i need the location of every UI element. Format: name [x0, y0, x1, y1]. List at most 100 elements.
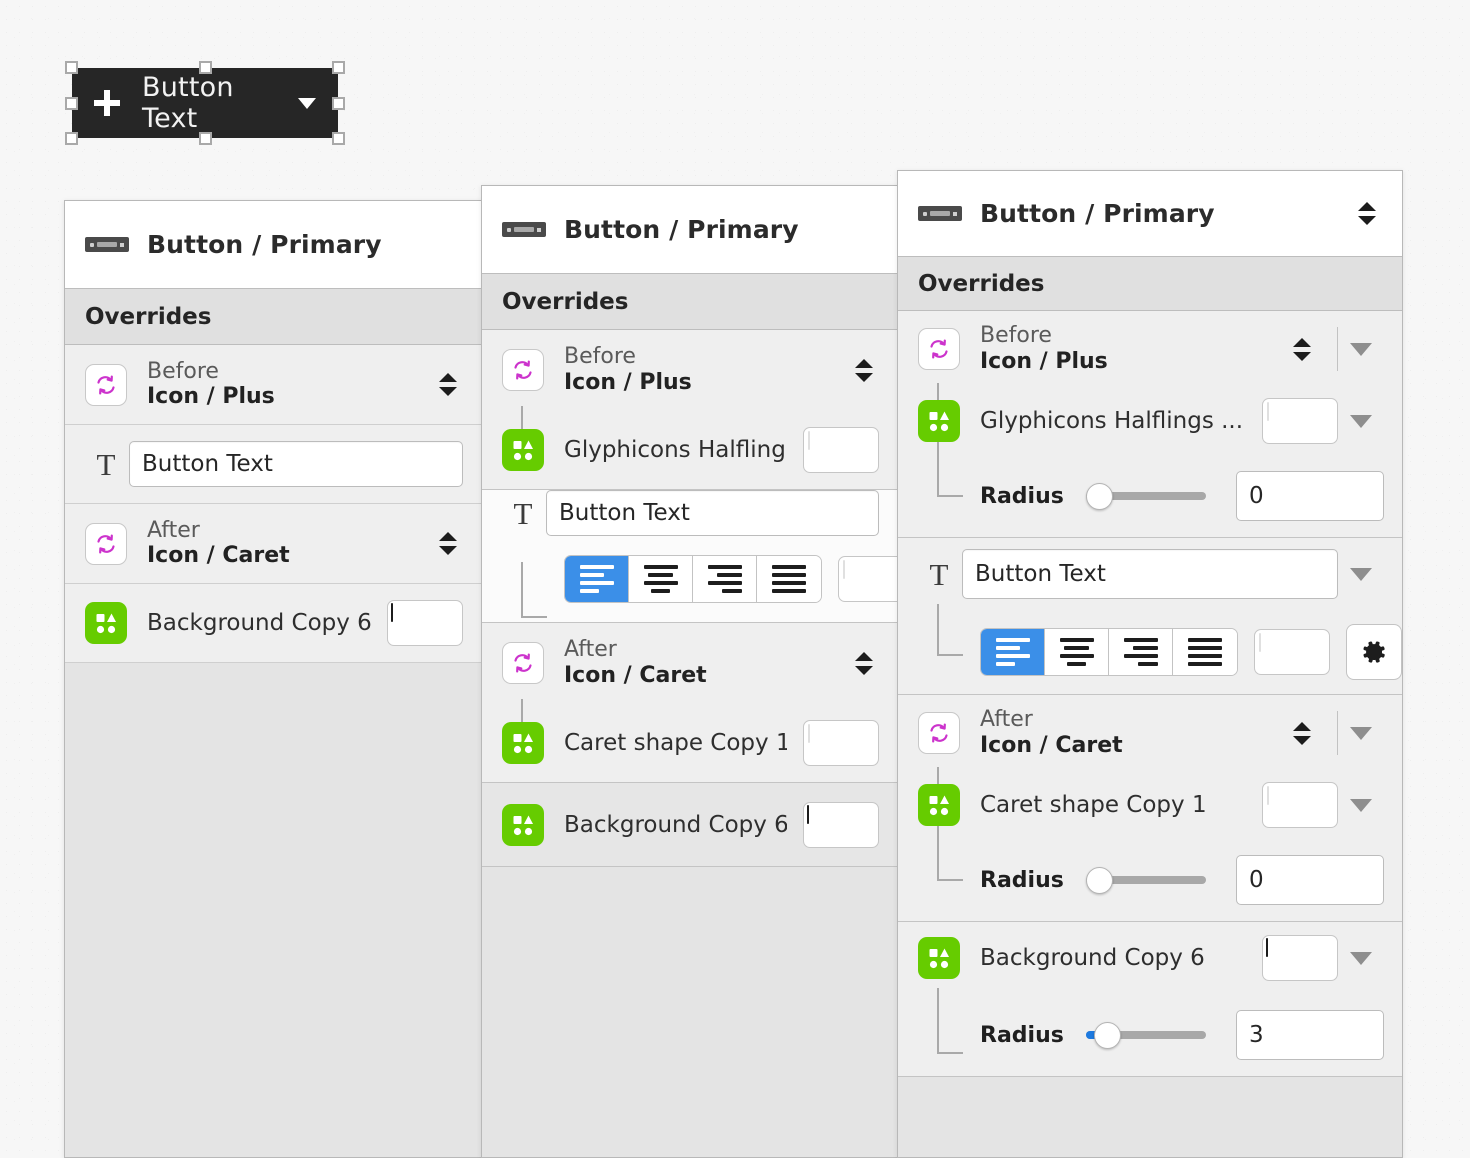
override-row-text[interactable]: T Button Text	[65, 425, 481, 504]
override-sub-label: Before	[980, 323, 1052, 349]
override-row-caret-shape[interactable]: Caret shape Copy 1	[482, 703, 897, 782]
text-alignment-row	[898, 610, 1402, 694]
resize-handle-top-right[interactable]	[332, 61, 345, 74]
chevron-down-icon[interactable]	[1338, 567, 1384, 581]
color-swatch-dark[interactable]	[387, 600, 463, 646]
shapes-icon	[500, 803, 546, 846]
shapes-icon	[916, 400, 962, 442]
shapes-icon	[916, 784, 962, 826]
page-title: Button / Primary	[147, 230, 382, 259]
button-preview[interactable]: Button Text	[72, 68, 338, 138]
radius-label-wrap: Radius	[962, 484, 1064, 509]
override-label: Background Copy 6	[564, 811, 787, 838]
align-justify-button[interactable]	[1173, 629, 1237, 675]
stepper-updown[interactable]	[1287, 721, 1317, 745]
component-thumbnail-icon	[918, 206, 962, 221]
section-header-overrides: Overrides	[65, 289, 481, 345]
resize-handle-top-center[interactable]	[198, 61, 212, 74]
chevron-down-icon[interactable]	[1338, 342, 1384, 356]
resize-handle-bottom-center[interactable]	[198, 132, 212, 145]
chevron-down-icon[interactable]	[1338, 798, 1384, 812]
override-sub-label: Before	[564, 344, 636, 370]
panel-header: Button / Primary	[898, 171, 1402, 257]
panel-body: Before Icon / Plus T Button Text After I…	[65, 345, 481, 1157]
override-row-background-copy-6[interactable]: Background Copy 6	[482, 783, 897, 867]
chevron-down-icon[interactable]	[1338, 951, 1384, 965]
plus-icon	[94, 90, 120, 116]
align-center-button[interactable]	[629, 556, 693, 602]
chevron-down-icon[interactable]	[1338, 414, 1384, 428]
color-swatch-white[interactable]	[803, 719, 879, 766]
radius-row: Radius 0	[898, 839, 1402, 921]
stepper-updown[interactable]	[849, 651, 879, 675]
override-group-before: Before Icon / Plus	[482, 330, 897, 490]
align-center-button[interactable]	[1045, 629, 1109, 675]
align-right-button[interactable]	[693, 556, 757, 602]
override-row-background-copy-6[interactable]: Background Copy 6	[898, 922, 1402, 994]
override-row-glyphicons[interactable]: Glyphicons Halflings ...	[482, 410, 897, 489]
color-swatch-dark[interactable]	[1262, 935, 1338, 981]
color-swatch-white[interactable]	[803, 426, 879, 473]
text-alignment-segmented-control[interactable]	[980, 628, 1238, 676]
align-right-button[interactable]	[1109, 629, 1173, 675]
text-override-input[interactable]: Button Text	[546, 490, 879, 536]
stepper-updown[interactable]	[433, 373, 463, 396]
shapes-icon	[916, 937, 962, 979]
stepper-updown[interactable]	[433, 532, 463, 555]
override-row-before-icon-plus[interactable]: Before Icon / Plus	[65, 345, 481, 425]
override-row-after-icon-caret[interactable]: After Icon / Caret	[482, 623, 897, 703]
override-main-label: Icon / Caret	[564, 662, 707, 688]
color-swatch-white[interactable]	[1262, 782, 1338, 828]
override-row-text[interactable]: T Button Text	[898, 538, 1402, 610]
selected-button-artboard[interactable]: Button Text	[65, 61, 345, 145]
override-row-after-icon-caret[interactable]: After Icon / Caret	[65, 504, 481, 584]
resize-handle-bottom-left[interactable]	[65, 132, 78, 145]
override-row-background-copy-6[interactable]: Background Copy 6	[65, 584, 481, 663]
tree-connector	[521, 562, 547, 618]
text-override-input[interactable]: Button Text	[129, 441, 463, 487]
radius-value-input[interactable]: 0	[1236, 471, 1384, 521]
override-row-glyphicons[interactable]: Glyphicons Halflings ...	[898, 387, 1402, 455]
section-header-label: Overrides	[85, 303, 212, 330]
text-override-icon: T	[929, 556, 949, 592]
resize-handle-bottom-right[interactable]	[332, 132, 345, 145]
align-left-button[interactable]	[565, 556, 629, 602]
color-swatch-white[interactable]	[838, 556, 897, 602]
override-label: Glyphicons Halflings ...	[564, 436, 787, 463]
text-override-input[interactable]: Button Text	[962, 549, 1338, 599]
panel-header: Button / Primary	[482, 186, 897, 274]
text-alignment-segmented-control[interactable]	[564, 555, 822, 603]
stepper-updown[interactable]	[1287, 337, 1317, 361]
chevron-down-icon[interactable]	[1338, 726, 1384, 740]
radius-slider[interactable]	[1085, 855, 1206, 905]
align-justify-button[interactable]	[757, 556, 821, 602]
symbol-instance-icon	[500, 642, 546, 684]
color-swatch-dark[interactable]	[803, 801, 879, 848]
radius-value-input[interactable]: 3	[1236, 1010, 1384, 1060]
override-row-caret-shape[interactable]: Caret shape Copy 1	[898, 771, 1402, 839]
override-row-before-icon-plus[interactable]: Before Icon / Plus	[482, 330, 897, 410]
stepper-updown[interactable]	[849, 358, 879, 382]
override-row-after-icon-caret[interactable]: After Icon / Caret	[898, 695, 1402, 771]
color-swatch-white[interactable]	[1254, 629, 1330, 675]
override-row-before-icon-plus[interactable]: Before Icon / Plus	[898, 311, 1402, 387]
header-stepper-updown[interactable]	[1352, 202, 1382, 225]
symbol-instance-icon	[916, 712, 962, 754]
radius-slider[interactable]	[1085, 471, 1206, 521]
radius-value-input[interactable]: 0	[1236, 855, 1384, 905]
override-group-before: Before Icon / Plus	[898, 311, 1402, 538]
gear-icon[interactable]	[1346, 624, 1402, 680]
color-swatch-white[interactable]	[1262, 398, 1338, 444]
resize-handle-middle-left[interactable]	[65, 96, 78, 110]
resize-handle-top-left[interactable]	[65, 61, 78, 74]
radius-slider[interactable]	[1085, 1010, 1206, 1060]
page-title: Button / Primary	[564, 215, 799, 244]
override-main-label: Icon / Plus	[147, 384, 275, 410]
overrides-panel-3: Button / Primary Overrides Before Icon /…	[897, 170, 1403, 1158]
override-row-text[interactable]: T Button Text	[482, 490, 897, 536]
resize-handle-middle-right[interactable]	[332, 96, 345, 110]
radius-label-wrap: Radius	[962, 1023, 1064, 1048]
shapes-icon	[500, 428, 546, 471]
page-title: Button / Primary	[980, 199, 1215, 228]
align-left-button[interactable]	[981, 629, 1045, 675]
